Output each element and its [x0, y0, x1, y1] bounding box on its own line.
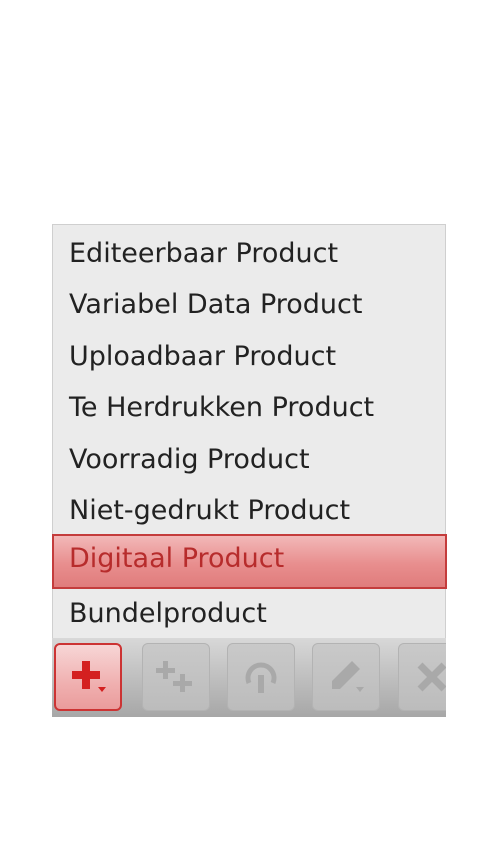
add-multiple-button[interactable] [142, 643, 210, 711]
delete-icon [412, 657, 446, 697]
menu-item-digitaal-product[interactable]: Digitaal Product [52, 534, 447, 589]
product-type-menu: Editeerbaar Product Variabel Data Produc… [52, 224, 447, 639]
edit-button[interactable] [312, 643, 380, 711]
menu-item-niet-gedrukt-product[interactable]: Niet-gedrukt Product [53, 486, 445, 536]
pin-button[interactable] [227, 643, 295, 711]
menu-item-bundelproduct[interactable]: Bundelproduct [53, 589, 445, 639]
add-dropdown-icon [68, 657, 108, 697]
add-multiple-icon [156, 657, 196, 697]
menu-item-uploadbaar-product[interactable]: Uploadbaar Product [53, 332, 445, 382]
delete-button[interactable] [398, 643, 446, 711]
edit-dropdown-icon [326, 657, 366, 697]
menu-item-voorradig-product[interactable]: Voorradig Product [53, 435, 445, 485]
pin-icon [241, 657, 281, 697]
menu-item-variabel-data-product[interactable]: Variabel Data Product [53, 280, 445, 330]
menu-item-te-herdrukken-product[interactable]: Te Herdrukken Product [53, 383, 445, 433]
add-button[interactable] [54, 643, 122, 711]
menu-item-editeerbaar-product[interactable]: Editeerbaar Product [53, 229, 445, 279]
toolbar [52, 638, 446, 717]
